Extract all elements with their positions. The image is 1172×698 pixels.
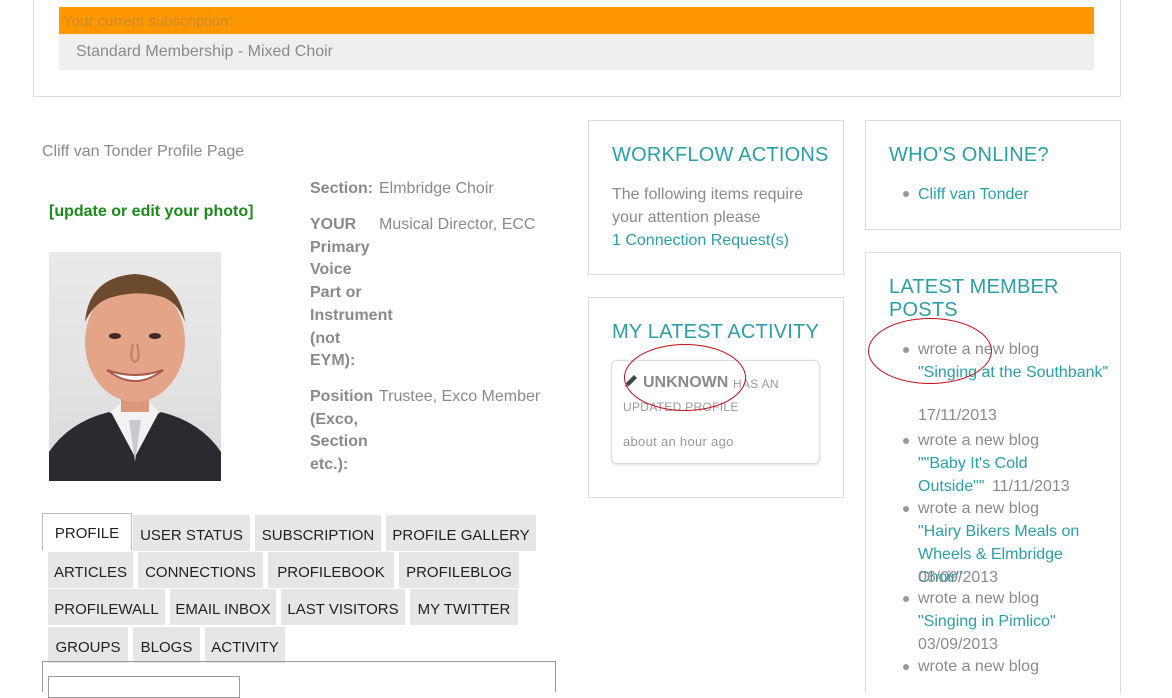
connection-request-link[interactable]: 1 Connection Request(s) — [612, 229, 789, 252]
field-position-value: Trustee, Exco Member — [379, 388, 541, 405]
bullet-icon — [903, 438, 909, 444]
latest-activity-title: MY LATEST ACTIVITY — [612, 321, 819, 343]
online-user-link[interactable]: Cliff van Tonder — [918, 183, 1029, 206]
post-item: wrote a new blog — [918, 500, 1039, 517]
bullet-icon — [903, 347, 909, 353]
field-position-label: Position (Exco, Section etc.): — [310, 388, 374, 474]
post-date: 03/09/2013 — [918, 636, 999, 653]
subscription-plan: Standard Membership - Mixed Choir — [76, 43, 333, 60]
workflow-actions-text: The following items require your attenti… — [612, 186, 804, 226]
bullet-icon — [903, 596, 909, 602]
field-voice-value: Musical Director, ECC — [379, 216, 536, 233]
post-item: wrote a new blog — [918, 341, 1039, 358]
tab-groups[interactable]: GROUPS — [48, 627, 128, 663]
bullet-icon — [903, 191, 909, 197]
tab-profile-gallery[interactable]: PROFILE GALLERY — [386, 515, 536, 551]
subscription-header: Your current subscription: — [63, 13, 233, 30]
activity-time: about an hour ago — [623, 434, 734, 449]
post-date: 17/11/2013 — [918, 407, 997, 424]
whos-online-panel — [865, 120, 1121, 230]
tab-blogs[interactable]: BLOGS — [133, 627, 200, 663]
field-section-value: Elmbridge Choir — [379, 180, 494, 197]
subscription-header-bar: Your current subscription: — [59, 7, 1094, 34]
avatar — [49, 274, 221, 481]
tab-profilebook[interactable]: PROFILEBOOK — [268, 552, 394, 588]
tab-panel — [42, 661, 556, 698]
profile-photo — [49, 252, 221, 481]
tab-user-status[interactable]: USER STATUS — [133, 515, 250, 551]
bullet-icon — [903, 506, 909, 512]
post-link[interactable]: "Singing in Pimlico" — [918, 610, 1056, 633]
post-item: wrote a new blog — [918, 590, 1039, 607]
bullet-icon — [903, 664, 909, 670]
post-item: wrote a new blog — [918, 432, 1039, 449]
tab-subscription[interactable]: SUBSCRIPTION — [255, 515, 381, 551]
update-photo-link[interactable]: [update or edit your photo] — [49, 203, 253, 221]
post-link[interactable]: "Singing at the Southbank" — [918, 361, 1108, 384]
tab-profileblog[interactable]: PROFILEBLOG — [399, 552, 519, 588]
whos-online-title: WHO'S ONLINE? — [889, 144, 1049, 166]
tab-panel-inner — [48, 676, 240, 698]
tab-profilewall[interactable]: PROFILEWALL — [48, 589, 165, 625]
tab-connections[interactable]: CONNECTIONS — [138, 552, 263, 588]
profile-page-title: Cliff van Tonder Profile Page — [42, 143, 245, 160]
field-section-label: Section: — [310, 180, 374, 197]
latest-posts-title-line-2: POSTS — [889, 299, 958, 321]
tab-activity[interactable]: ACTIVITY — [205, 627, 285, 663]
workflow-actions-title: WORKFLOW ACTIONS — [612, 144, 829, 166]
field-voice-label: YOUR Primary Voice Part or Instrument (n… — [310, 216, 393, 370]
tab-my-twitter[interactable]: MY TWITTER — [410, 589, 518, 625]
activity-user[interactable]: UNKNOWN — [643, 374, 728, 392]
tab-profile[interactable]: PROFILE — [42, 513, 132, 551]
post-item: wrote a new blog — [918, 658, 1039, 675]
tab-email-inbox[interactable]: EMAIL INBOX — [170, 589, 276, 625]
post-date: 11/11/2013 — [992, 478, 1070, 495]
latest-posts-title-line-1: LATEST MEMBER — [889, 276, 1059, 298]
subscription-row: Standard Membership - Mixed Choir — [59, 34, 1094, 70]
activity-action-2: UPDATED PROFILE — [623, 400, 739, 414]
activity-action-1: HAS AN — [733, 377, 779, 391]
pencil-icon — [623, 373, 639, 394]
tab-articles[interactable]: ARTICLES — [48, 552, 133, 588]
post-date: 06/09/2013 — [918, 569, 999, 586]
tab-last-visitors[interactable]: LAST VISITORS — [281, 589, 405, 625]
